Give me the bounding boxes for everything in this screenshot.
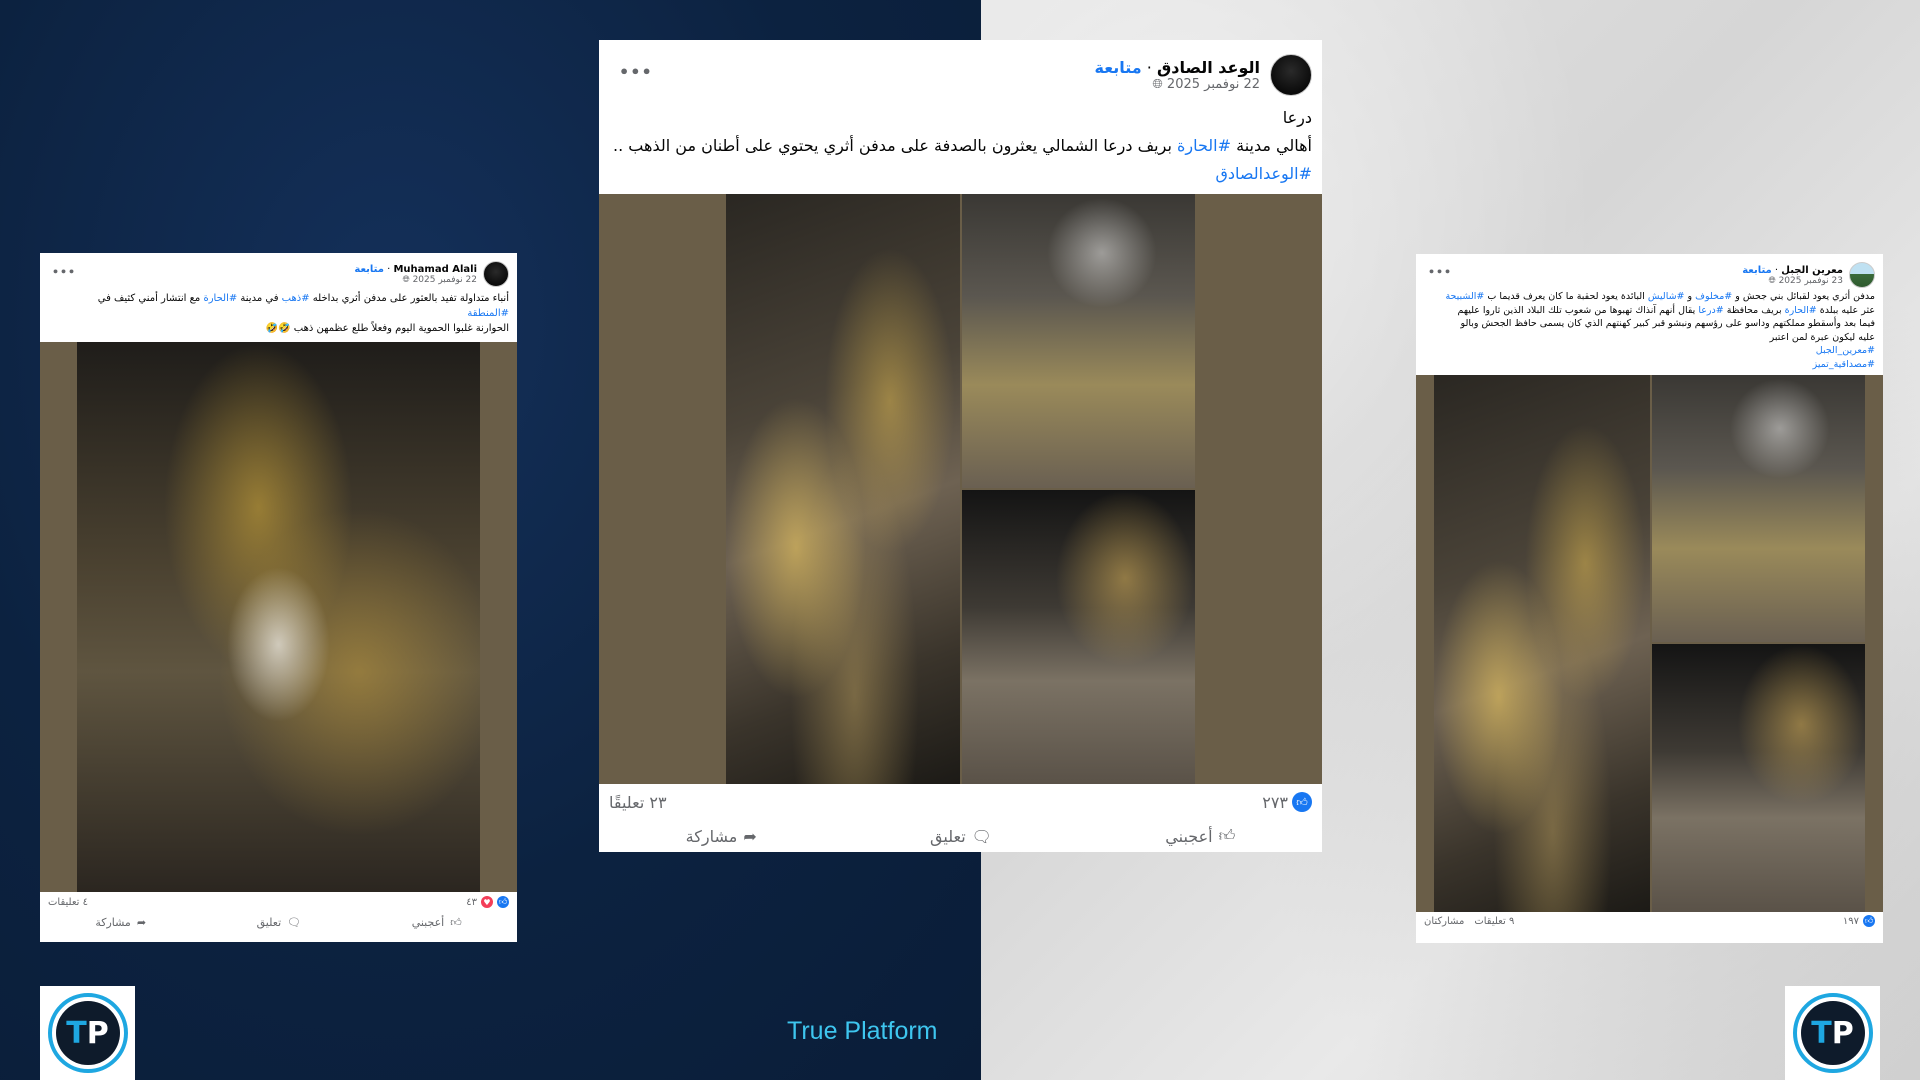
shares-count[interactable]: مشاركتان xyxy=(1424,916,1464,927)
author-name[interactable]: معرين الجبل xyxy=(1781,265,1843,276)
hashtag-daraa[interactable]: #درعا xyxy=(1698,305,1723,316)
author-name[interactable]: Muhamad Alali xyxy=(393,264,477,275)
thumbs-up-icon: 👍︎ xyxy=(450,916,462,929)
like-button[interactable]: 👍︎ أعجبني xyxy=(1165,826,1235,846)
hashtag-town[interactable]: #الحارة xyxy=(1785,305,1817,316)
more-options-icon[interactable]: ••• xyxy=(1428,266,1452,279)
hashtag-makhlouf[interactable]: #مخلوف xyxy=(1695,291,1732,302)
hashtag-shalish[interactable]: #شاليش xyxy=(1648,291,1685,302)
comment-button[interactable]: 🗨︎ تعليق xyxy=(257,916,301,929)
hashtag-page[interactable]: #الوعدالصادق xyxy=(1215,164,1312,183)
post-video[interactable] xyxy=(40,342,517,892)
separator-dot: · xyxy=(1146,58,1152,77)
video-frame-treasure xyxy=(726,194,960,784)
video-frame-web xyxy=(962,194,1195,488)
hashtag-credibility[interactable]: #مصداقية_تميز xyxy=(1813,359,1875,370)
author-avatar[interactable] xyxy=(483,261,509,287)
like-reaction-icon: 👍︎ xyxy=(497,896,509,908)
comments-count[interactable]: ٩ تعليقات xyxy=(1474,916,1514,927)
post-text: أنباء متداولة تفيد بالعثور على مدفن أثري… xyxy=(97,293,509,334)
comment-button[interactable]: 🗨︎ تعليق xyxy=(930,827,992,846)
love-reaction-icon: ♥ xyxy=(481,896,493,908)
reactions-count[interactable]: 👍︎ ♥ ٤٣ xyxy=(466,896,509,908)
post-date[interactable]: 22 نوفمبر 2025 xyxy=(413,275,477,285)
hashtag-page[interactable]: #معرين_الجبل xyxy=(1816,345,1875,356)
thumbs-up-icon: 👍︎ xyxy=(1218,826,1236,845)
share-button[interactable]: ➦ مشاركة xyxy=(95,916,146,929)
comments-count[interactable]: ٤ تعليقات xyxy=(48,897,88,908)
post-actions: 👍︎ أعجبني 🗨︎ تعليق ➦ مشاركة xyxy=(40,912,517,933)
post-actions: 👍︎ أعجبني 🗨︎ تعليق ➦ مشاركة xyxy=(599,820,1322,852)
logo-mark: TP xyxy=(55,1001,120,1065)
post-stats: 👍︎ ٢٧٣ ٢٣ تعليقًا xyxy=(599,784,1322,820)
share-icon: ➦ xyxy=(743,826,757,846)
more-options-icon[interactable]: ••• xyxy=(52,266,76,279)
author-avatar[interactable] xyxy=(1849,262,1875,288)
hashtag-region[interactable]: #المنطقة xyxy=(467,308,509,319)
globe-icon: 🌐︎ xyxy=(1152,77,1163,92)
facebook-post-right: معرين الجبل · متابعة 23 نوفمبر 2025 🌐︎ •… xyxy=(1416,254,1883,943)
like-reaction-icon: 👍︎ xyxy=(1292,792,1312,812)
post-date[interactable]: 22 نوفمبر 2025 xyxy=(1167,77,1260,92)
share-icon: ➦ xyxy=(136,916,147,929)
video-frame-chest xyxy=(1652,644,1865,912)
video-frame-chest xyxy=(962,490,1195,784)
hashtag-gold[interactable]: #ذهب xyxy=(282,293,310,304)
more-options-icon[interactable]: ••• xyxy=(619,63,653,82)
reactions-count[interactable]: 👍︎ ٢٧٣ xyxy=(1262,792,1312,812)
post-header: معرين الجبل · متابعة 23 نوفمبر 2025 🌐︎ •… xyxy=(1416,254,1883,290)
follow-button[interactable]: متابعة xyxy=(1094,58,1141,77)
comments-count[interactable]: ٢٣ تعليقًا xyxy=(609,793,667,812)
author-name[interactable]: الوعد الصادق xyxy=(1157,58,1260,77)
globe-icon: 🌐︎ xyxy=(402,274,410,285)
logo-ring: TP xyxy=(1792,993,1873,1073)
follow-button[interactable]: متابعة xyxy=(354,264,384,275)
true-platform-logo-right: TP xyxy=(1785,986,1880,1080)
reactions-count[interactable]: 👍︎ ١٩٧ xyxy=(1843,915,1875,927)
post-stats: 👍︎ ١٩٧ ٩ تعليقات مشاركتان xyxy=(1416,912,1883,930)
hashtag-town[interactable]: #الحارة xyxy=(203,293,237,304)
author-avatar[interactable] xyxy=(1270,54,1312,96)
like-reaction-icon: 👍︎ xyxy=(1863,915,1875,927)
video-frame-treasure xyxy=(1434,375,1650,912)
like-button[interactable]: 👍︎ أعجبني xyxy=(412,916,462,929)
share-button[interactable]: ➦ مشاركة xyxy=(686,827,757,846)
logo-ring: TP xyxy=(47,993,128,1073)
post-header: الوعد الصادق · متابعة 22 نوفمبر 2025 🌐︎ … xyxy=(599,40,1322,104)
logo-mark: TP xyxy=(1800,1001,1865,1065)
hashtag-shabiha[interactable]: #الشبيحة xyxy=(1445,291,1484,302)
comment-icon: 🗨︎ xyxy=(971,826,992,846)
post-text: مدفن أثري يعود لقبائل بني جحش و #مخلوف و… xyxy=(1445,291,1875,370)
video-frame-web xyxy=(1652,375,1865,642)
follow-button[interactable]: متابعة xyxy=(1742,265,1772,276)
video-frame xyxy=(77,342,480,892)
platform-name: True Platform xyxy=(787,1017,938,1045)
facebook-post-center: الوعد الصادق · متابعة 22 نوفمبر 2025 🌐︎ … xyxy=(599,40,1322,852)
facebook-post-left: Muhamad Alali · متابعة 22 نوفمبر 2025 🌐︎… xyxy=(40,253,517,942)
post-date[interactable]: 23 نوفمبر 2025 xyxy=(1779,276,1843,286)
true-platform-logo-left: TP xyxy=(40,986,135,1080)
globe-icon: 🌐︎ xyxy=(1768,275,1776,286)
post-video[interactable] xyxy=(1416,375,1883,912)
hashtag-town[interactable]: #الحارة xyxy=(1177,136,1231,155)
separator-dot: · xyxy=(1774,264,1779,276)
post-text: درعا أهالي مدينة #الحارة بريف درعا الشما… xyxy=(613,108,1312,183)
comment-icon: 🗨︎ xyxy=(287,916,302,929)
separator-dot: · xyxy=(387,263,391,275)
post-stats: 👍︎ ♥ ٤٣ ٤ تعليقات xyxy=(40,892,517,912)
post-header: Muhamad Alali · متابعة 22 نوفمبر 2025 🌐︎… xyxy=(40,253,517,291)
post-video[interactable] xyxy=(599,194,1322,784)
